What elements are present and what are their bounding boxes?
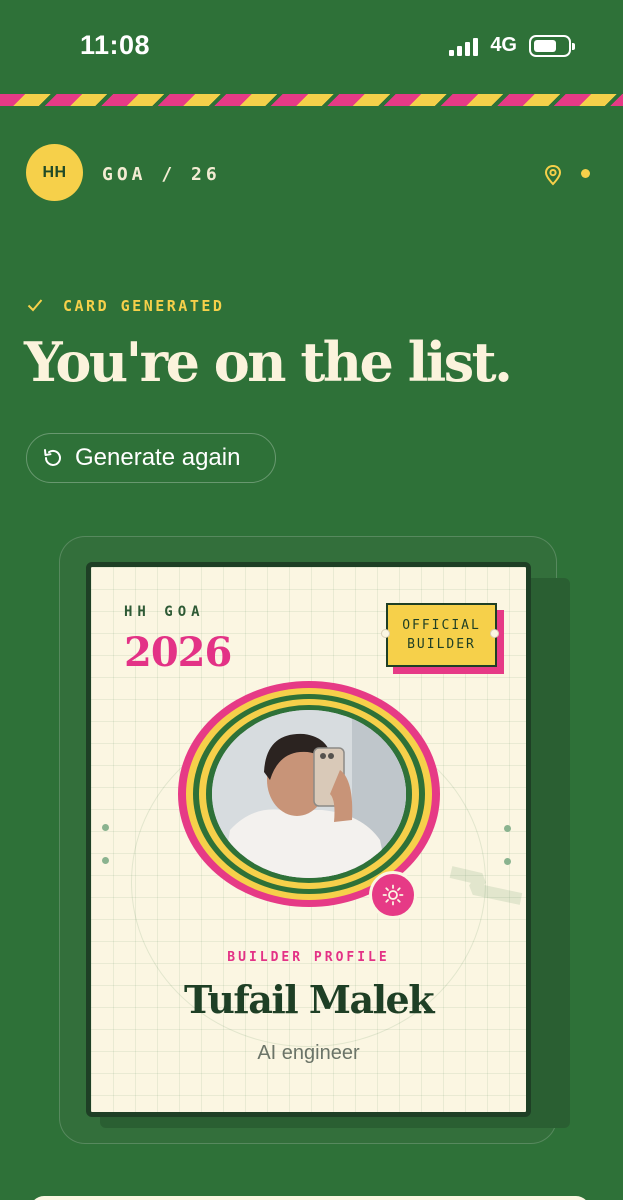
generate-again-button[interactable]: Generate again: [26, 433, 276, 483]
profile-photo: [212, 710, 406, 878]
avatar[interactable]: HH: [26, 144, 83, 201]
badge-pin-right: [490, 629, 499, 638]
zigzag-decoration: [449, 866, 523, 905]
builder-role: AI engineer: [257, 1042, 360, 1064]
card-event-label: HH GOA: [124, 604, 205, 620]
builder-card[interactable]: HH GOA 2026 OFFICIAL BUILDER BUILDER PRO…: [86, 562, 531, 1117]
badge-pin-left: [381, 629, 390, 638]
side-dot: [102, 857, 109, 864]
sun-icon: [382, 884, 404, 906]
status-indicators: 4G: [449, 34, 575, 57]
decorative-stripe: [0, 94, 623, 106]
side-dot: [504, 858, 511, 865]
bottom-sheet-edge: [30, 1196, 590, 1200]
side-dot: [102, 824, 109, 831]
network-label: 4G: [490, 34, 517, 56]
status-time: 11:08: [80, 30, 151, 60]
side-dot: [504, 825, 511, 832]
signal-icon: [449, 36, 479, 56]
status-dot: [581, 169, 590, 178]
check-icon: [27, 299, 43, 312]
badge-line-1: OFFICIAL: [402, 618, 481, 633]
builder-name: Tufail Malek: [183, 977, 435, 1022]
official-builder-badge: OFFICIAL BUILDER: [386, 603, 497, 667]
sun-icon-button[interactable]: [369, 871, 417, 919]
generate-again-label: Generate again: [75, 444, 241, 471]
page-title: You're on the list.: [24, 330, 513, 394]
battery-icon: [529, 34, 575, 57]
card-generated-label: CARD GENERATED: [63, 297, 225, 315]
refresh-icon: [44, 449, 61, 466]
badge-line-2: BUILDER: [407, 637, 476, 652]
map-pin-icon[interactable]: [543, 164, 563, 186]
location-label: GOA / 26: [102, 164, 221, 185]
builder-profile-label: BUILDER PROFILE: [227, 950, 390, 965]
card-year: 2026: [124, 629, 232, 676]
